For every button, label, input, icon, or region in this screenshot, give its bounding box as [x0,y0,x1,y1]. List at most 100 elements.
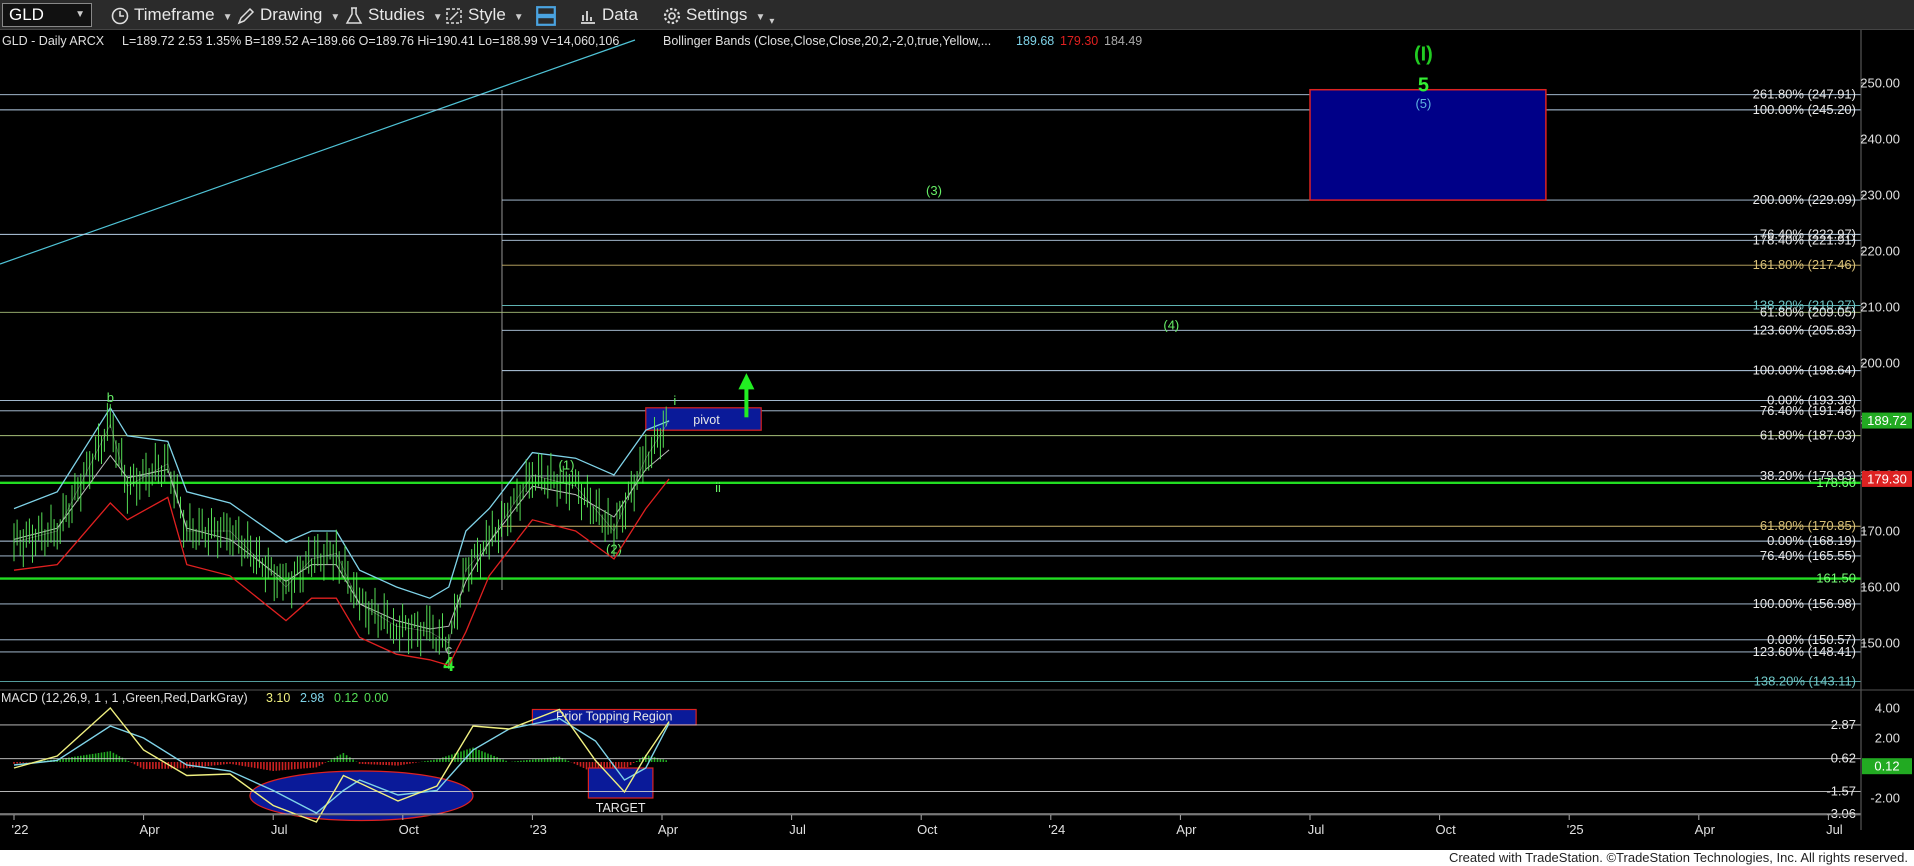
layout-button[interactable] [535,0,561,30]
macd-tick-label: -2.00 [1870,791,1900,806]
settings-button[interactable]: Settings ▼ ▾ [662,0,774,30]
pivot-label: pivot [693,413,720,427]
wave-label: (1) [559,457,575,472]
time-tick-label: Jul [1308,822,1325,837]
timeframe-button[interactable]: Timeframe ▼ [110,0,233,30]
price-tick-label: 230.00 [1860,188,1900,203]
studies-button[interactable]: Studies ▼ [344,0,443,30]
time-tick-label: Oct [917,822,938,837]
time-tick-label: '24 [1048,822,1065,837]
fib-label: 200.00% (229.09) [1753,192,1856,207]
wave-label: ii [715,480,721,495]
chevron-down-icon: ▼ [513,12,524,23]
ohlc-line: L=189.72 2.53 1.35% B=189.52 A=189.66 O=… [122,34,619,48]
price-badge-label: 189.72 [1867,413,1907,428]
wave-label: 5 [1418,74,1429,96]
macd-level-label: 0.62 [1831,751,1856,766]
bb-middle-value: 184.49 [1104,34,1142,48]
fib-label: 100.00% (198.64) [1753,363,1856,378]
bollinger-label: Bollinger Bands (Close,Close,Close,20,2,… [663,34,991,48]
clock-icon [111,7,129,24]
time-tick-label: Oct [399,822,420,837]
chevron-down-icon: ▼ [432,12,443,23]
studies-label: Studies [368,5,425,24]
fib-label: 100.00% (156.98) [1753,596,1856,611]
wave-label: (3) [926,183,942,198]
symbol-line: GLD - Daily ARCX [2,34,105,48]
macd-label: MACD (12,26,9, 1 , 1 ,Green,Red,DarkGray… [1,691,248,705]
wave-label: (I) [1414,44,1433,66]
macd-region-box [587,767,654,799]
time-tick-label: Jul [789,822,806,837]
macd-level-label: 2.87 [1831,717,1856,732]
time-tick-label: Apr [1695,822,1716,837]
chevron-down-icon: ▼ [755,12,766,23]
fib-label: 261.80% (247.91) [1753,87,1856,102]
bb-upper-value: 189.68 [1016,34,1054,48]
time-tick-label: '23 [530,822,547,837]
wave-label: b [107,390,114,405]
fib-label: 178.60 [1816,475,1856,490]
price-tick-label: 220.00 [1860,244,1900,259]
timeframe-label: Timeframe [134,5,215,24]
fib-label: 76.40% (165.55) [1760,548,1856,563]
drawing-label: Drawing [260,5,323,24]
footer: Created with TradeStation. ©TradeStation… [0,850,1914,866]
wave-label: (5) [1415,96,1431,111]
macd-tick-label: 2.00 [1875,731,1900,746]
time-tick-label: Apr [1176,822,1197,837]
bb-lower-value: 179.30 [1060,34,1098,48]
macd-level-label: -1.57 [1826,784,1856,799]
macd-zero-value: 0.00 [364,691,388,705]
macd-diff-value: 0.12 [334,691,358,705]
price-tick-label: 250.00 [1860,76,1900,91]
symbol-text: GLD [9,5,44,24]
fib-label: 61.80% (187.03) [1760,428,1856,443]
macd-region-label: Prior Topping Region [556,710,673,724]
fib-label: 123.60% (148.41) [1753,644,1856,659]
data-button[interactable]: Data [578,0,638,30]
data-label: Data [602,5,638,24]
macd-region-label: TARGET [596,801,646,815]
time-tick-label: '25 [1567,822,1584,837]
macd-level-label: -3.06 [1826,806,1856,821]
chevron-down-icon[interactable]: ▼ [75,4,85,26]
chevron-down-small-icon: ▾ [769,16,775,27]
price-tick-label: 160.00 [1860,580,1900,595]
fib-label: 0.00% (168.19) [1767,533,1856,548]
drawing-button[interactable]: Drawing ▼ [236,0,340,30]
time-tick-label: Oct [1435,822,1456,837]
toolbar: GLD ▼ Timeframe ▼ Drawing ▼ Studies ▼ Style… [0,0,1914,30]
flask-icon [345,6,363,24]
price-tick-label: 210.00 [1860,300,1900,315]
wave-label: (4) [1163,317,1179,332]
bar-chart-icon [581,10,595,24]
fib-label: 178.40% (221.91) [1753,232,1856,247]
wave-label: i [673,393,676,408]
price-tick-label: 200.00 [1860,356,1900,371]
fib-label: 61.80% (170.85) [1760,518,1856,533]
style-button[interactable]: Style ▼ [444,0,524,30]
symbol-selector[interactable]: GLD ▼ [2,3,92,27]
macd-value: 3.10 [266,691,290,705]
fib-label: 76.40% (191.46) [1760,403,1856,418]
fib-label: 123.60% (205.83) [1753,322,1856,337]
pencil-icon [237,7,255,24]
fib-label: 61.80% (209.05) [1760,304,1856,319]
fib-label: 161.50 [1816,571,1856,586]
chart-area[interactable]: 261.80% (247.91)100.00% (245.20) 200.00% … [0,30,1914,850]
time-tick-label: Jul [271,822,288,837]
price-tick-label: 150.00 [1860,636,1900,651]
price-tick-label: 170.00 [1860,524,1900,539]
fib-label: 100.00% (245.20) [1753,102,1856,117]
price-badge-label: 179.30 [1867,471,1907,486]
chevron-down-icon: ▼ [222,12,233,23]
time-tick-label: Apr [658,822,679,837]
time-tick-label: Apr [139,822,160,837]
time-tick-label: Jul [1826,822,1843,837]
chart-background [0,30,1914,850]
price-tick-label: 240.00 [1860,132,1900,147]
settings-label: Settings [686,5,748,24]
macd-signal-value: 2.98 [300,691,324,705]
gear-icon [663,7,681,24]
